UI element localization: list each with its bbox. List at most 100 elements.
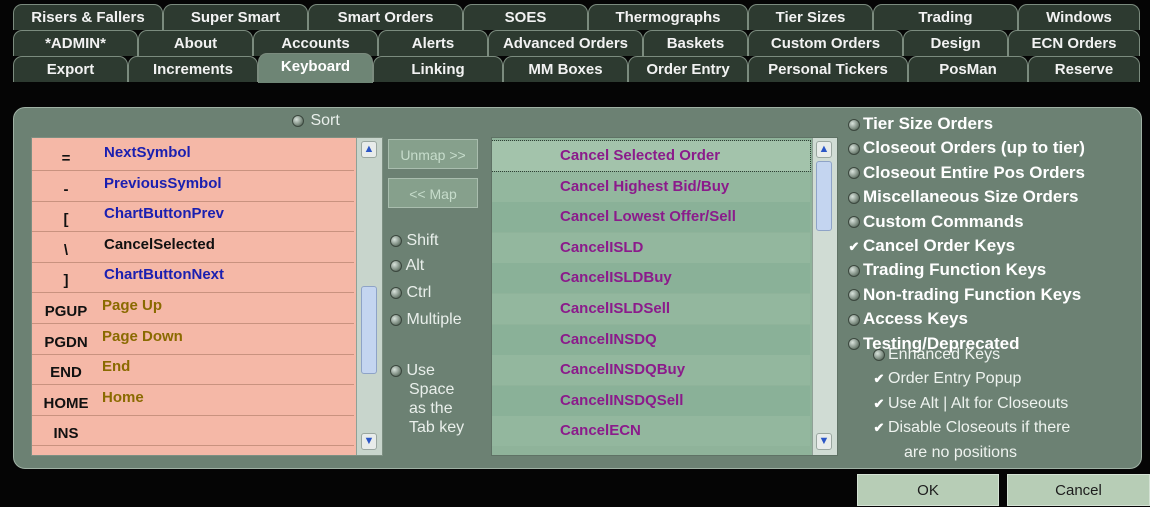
category-option[interactable]: Trading Function Keys: [848, 260, 1046, 280]
command-scroll-up-icon[interactable]: ▲: [816, 141, 832, 158]
ctrl-radio-icon[interactable]: [390, 286, 402, 299]
key-list-row[interactable]: = NextSymbol: [32, 141, 354, 171]
use-space-radio-icon[interactable]: [390, 364, 402, 377]
checkmark-icon[interactable]: ✔: [848, 240, 860, 253]
category-option[interactable]: Access Keys: [848, 309, 968, 329]
command-list-row[interactable]: Cancel Highest Bid/Buy: [492, 171, 810, 202]
command-list[interactable]: Cancel Selected Order Cancel Highest Bid/…: [491, 137, 838, 456]
key-list-row[interactable]: HOME Home: [32, 386, 354, 416]
tab-soes[interactable]: SOES: [463, 4, 588, 30]
tab-linking[interactable]: Linking: [373, 56, 503, 82]
command-scroll-down-icon[interactable]: ▼: [816, 433, 832, 450]
use-space-option[interactable]: Use Space as the Tab key: [390, 361, 464, 437]
multiple-option[interactable]: Multiple: [390, 311, 462, 329]
sub-option[interactable]: Enhanced Keys: [873, 346, 1000, 364]
key-list-row[interactable]: - PreviousSymbol: [32, 172, 354, 202]
tab-mm-boxes[interactable]: MM Boxes: [503, 56, 628, 82]
sub-option[interactable]: ✔ Disable Closeouts if there: [873, 419, 1071, 437]
key-list-row[interactable]: ] ChartButtonNext: [32, 263, 354, 294]
unmap-button[interactable]: Unmap >>: [388, 139, 478, 169]
category-radio-icon[interactable]: [848, 216, 860, 229]
tab-posman[interactable]: PosMan: [908, 56, 1028, 82]
tab-reserve[interactable]: Reserve: [1028, 56, 1140, 82]
ok-button[interactable]: OK: [857, 474, 999, 506]
scroll-down-icon[interactable]: ▼: [361, 433, 377, 450]
tab-ecn-orders[interactable]: ECN Orders: [1008, 30, 1140, 56]
category-option[interactable]: Closeout Orders (up to tier): [848, 138, 1085, 158]
tab-thermographs[interactable]: Thermographs: [588, 4, 748, 30]
sub-option-label: Order Entry Popup: [888, 370, 1022, 388]
tab-windows[interactable]: Windows: [1018, 4, 1140, 30]
category-radio-icon[interactable]: [848, 264, 860, 277]
shift-option[interactable]: Shift: [390, 232, 438, 250]
category-option[interactable]: Miscellaneous Size Orders: [848, 187, 1078, 207]
command-list-row[interactable]: CancelINSDQ: [492, 324, 810, 355]
command-list-row[interactable]: Cancel Selected Order: [492, 140, 811, 172]
category-option[interactable]: Closeout Entire Pos Orders: [848, 163, 1085, 183]
key-list-scrollbar[interactable]: ▲ ▼: [356, 138, 382, 455]
command-list-scrollbar[interactable]: ▲ ▼: [812, 138, 837, 455]
key-list-row[interactable]: PGDN Page Down: [32, 325, 354, 355]
category-option[interactable]: ✔ Cancel Order Keys: [848, 236, 1016, 256]
tab-tier-sizes[interactable]: Tier Sizes: [748, 4, 873, 30]
tab-order-entry[interactable]: Order Entry: [628, 56, 748, 82]
category-radio-icon[interactable]: [848, 338, 860, 351]
tab-trading[interactable]: Trading: [873, 4, 1018, 30]
command-list-row[interactable]: CancelISLDBuy: [492, 263, 810, 294]
tab-personal-tickers[interactable]: Personal Tickers: [748, 56, 908, 82]
command-list-row[interactable]: CancelINSDQBuy: [492, 355, 810, 386]
key-list-row[interactable]: INS: [32, 416, 354, 447]
key-list-row[interactable]: \ CancelSelected: [32, 233, 354, 263]
tab-smart-orders[interactable]: Smart Orders: [308, 4, 463, 30]
tab-advanced-orders[interactable]: Advanced Orders: [488, 30, 643, 56]
tab-about[interactable]: About: [138, 30, 253, 56]
category-option[interactable]: Custom Commands: [848, 212, 1024, 232]
scroll-up-icon[interactable]: ▲: [361, 141, 377, 158]
key-list-row[interactable]: PGUP Page Up: [32, 294, 354, 324]
key-list-row[interactable]: END End: [32, 355, 354, 386]
command-list-row[interactable]: CancelISLDSell: [492, 294, 810, 324]
category-radio-icon[interactable]: [848, 313, 860, 326]
tab-design[interactable]: Design: [903, 30, 1008, 56]
key-label: INS: [53, 425, 79, 443]
sub-option[interactable]: ✔ Order Entry Popup: [873, 370, 1022, 388]
scroll-thumb[interactable]: [361, 286, 377, 374]
category-option[interactable]: Tier Size Orders: [848, 114, 993, 134]
alt-option[interactable]: Alt: [390, 257, 424, 275]
map-button[interactable]: << Map: [388, 178, 478, 208]
ctrl-option[interactable]: Ctrl: [390, 284, 431, 302]
sort-option[interactable]: Sort: [292, 112, 340, 130]
command-list-row[interactable]: CancelINSDQSell: [492, 385, 810, 416]
tab-risers-fallers[interactable]: Risers & Fallers: [13, 4, 163, 30]
sub-option[interactable]: ✔ Use Alt | Alt for Closeouts: [873, 395, 1069, 413]
command-list-row[interactable]: Cancel Lowest Offer/Sell: [492, 202, 810, 233]
command-list-row[interactable]: CancelECN: [492, 416, 810, 447]
cancel-button[interactable]: Cancel: [1007, 474, 1150, 506]
key-list[interactable]: = NextSymbol - PreviousSymbol [ChartButtonPr…: [31, 137, 383, 456]
checkmark-icon[interactable]: ✔: [873, 372, 885, 385]
sub-option-radio-icon[interactable]: [873, 348, 885, 361]
category-radio-icon[interactable]: [848, 118, 860, 131]
tab-export[interactable]: Export: [13, 56, 128, 82]
alt-radio-icon[interactable]: [390, 259, 402, 272]
sort-radio-icon[interactable]: [292, 114, 304, 127]
category-option[interactable]: Non-trading Function Keys: [848, 285, 1081, 305]
category-radio-icon[interactable]: [848, 191, 860, 204]
command-scroll-thumb[interactable]: [816, 161, 832, 231]
tab-increments[interactable]: Increments: [128, 56, 258, 82]
tab-custom-orders[interactable]: Custom Orders: [748, 30, 903, 56]
tab-keyboard[interactable]: Keyboard: [258, 53, 373, 83]
checkmark-icon[interactable]: ✔: [873, 397, 885, 410]
shift-radio-icon[interactable]: [390, 234, 402, 247]
key-list-row[interactable]: [ChartButtonPrev: [32, 202, 354, 233]
command-list-row[interactable]: CancelISLD: [492, 232, 810, 263]
tab-alerts[interactable]: Alerts: [378, 30, 488, 56]
category-radio-icon[interactable]: [848, 289, 860, 302]
category-radio-icon[interactable]: [848, 167, 860, 180]
tab-admin[interactable]: *ADMIN*: [13, 30, 138, 56]
tab-super-smart[interactable]: Super Smart: [163, 4, 308, 30]
tab-baskets[interactable]: Baskets: [643, 30, 748, 56]
category-radio-icon[interactable]: [848, 142, 860, 155]
checkmark-icon[interactable]: ✔: [873, 421, 885, 434]
multiple-radio-icon[interactable]: [390, 313, 402, 326]
